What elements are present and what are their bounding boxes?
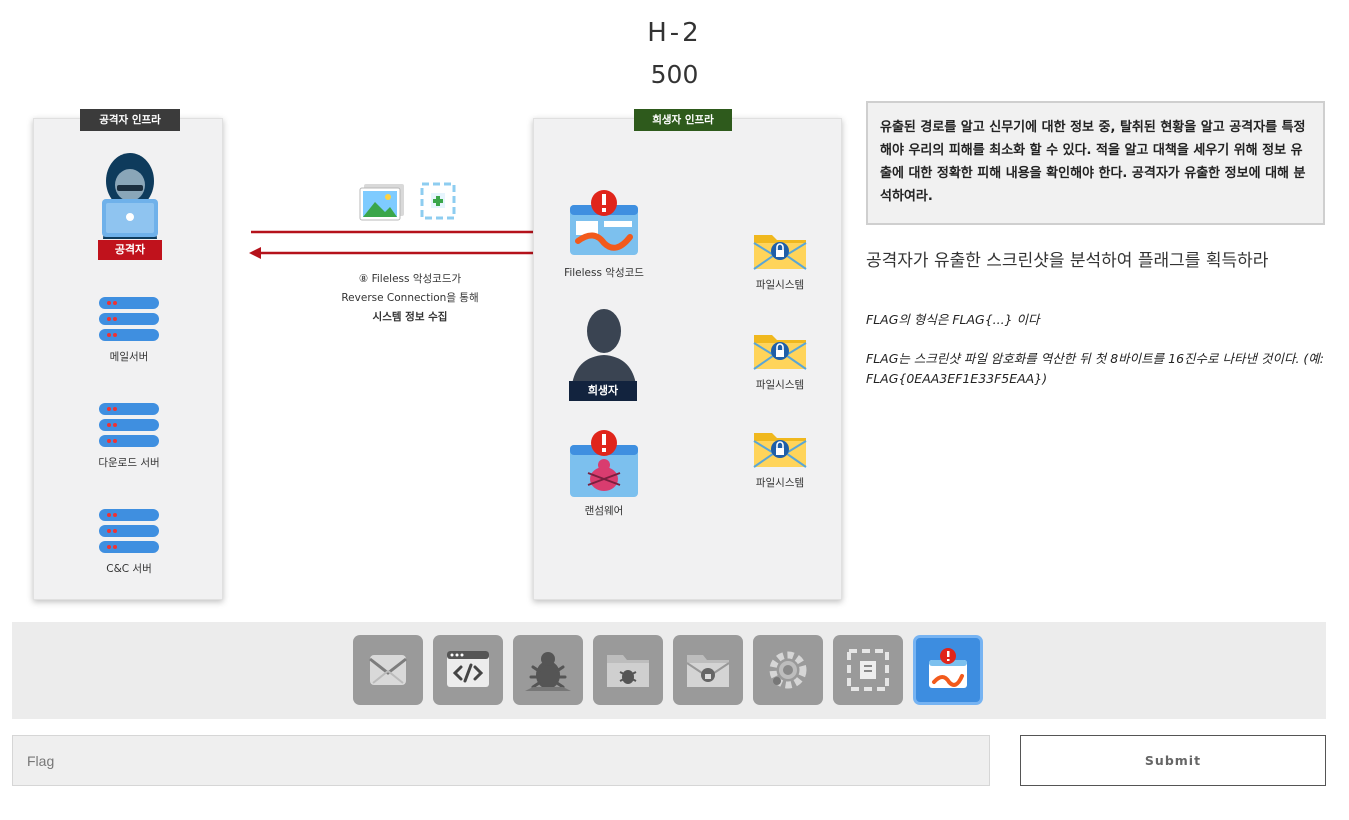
- mail-icon[interactable]: [353, 635, 423, 705]
- screenshot-icon[interactable]: [833, 635, 903, 705]
- flag-input[interactable]: [12, 735, 990, 786]
- locked-folder-icon[interactable]: [673, 635, 743, 705]
- ransomware-icon: [570, 430, 638, 497]
- cc-server-label: C&C 서버: [106, 563, 152, 575]
- fileless-label: Fileless 악성코드: [564, 267, 644, 279]
- download-server-label: 다운로드 서버: [98, 457, 160, 469]
- cc-server-icon: [99, 509, 159, 553]
- flow-description: ⑧ Fileless 악성코드가 Reverse Connection을 통해 …: [300, 270, 520, 327]
- challenge-title: H-2: [647, 18, 702, 48]
- ransomware-label: 랜섬웨어: [584, 505, 624, 517]
- attacker-infra-panel: 공격자 인프라 공격자 메일서버 다운로드 서버 C&C 서버: [33, 109, 223, 600]
- gear-icon[interactable]: [753, 635, 823, 705]
- connection-arrows: [249, 226, 557, 259]
- description-box: 유출된 경로를 알고 신무기에 대한 정보 중, 탈취된 현황을 알고 공격자를…: [866, 101, 1325, 225]
- locked-folder-icon: [753, 235, 807, 270]
- filesystem-label: 파일시스템: [755, 279, 805, 291]
- bug-icon[interactable]: [513, 635, 583, 705]
- fileless-malware-icon: [570, 190, 638, 255]
- flow-line-2: Reverse Connection을 통해: [341, 292, 479, 304]
- attacker-infra-tag: 공격자 인프라: [80, 109, 180, 131]
- hint-text: FLAG는 스크린샷 파일 암호화를 역산한 뒤 첫 8바이트를 16진수로 나…: [866, 351, 1325, 386]
- filesystem-label: 파일시스템: [755, 477, 805, 489]
- submit-button[interactable]: Submit: [1020, 735, 1326, 786]
- locked-folder-icon: [753, 433, 807, 468]
- victim-infra-panel: 희생자 인프라 Fileless 악성코드 희생자 랜섬웨어 파일시스템 파일시…: [533, 109, 842, 600]
- victim-infra-tag: 희생자 인프라: [634, 109, 732, 131]
- attacker-tag: 공격자: [98, 240, 162, 260]
- challenge-page: H-2 500 공격자 인프라 공격자 메일서버 다운로드 서버 C&C 서버 …: [0, 0, 1349, 820]
- bug-folder-icon[interactable]: [593, 635, 663, 705]
- mail-server-icon: [99, 297, 159, 341]
- hacker-icon: [102, 153, 158, 239]
- code-icon[interactable]: [433, 635, 503, 705]
- locked-folder-icon: [753, 335, 807, 370]
- image-file-icon: [359, 184, 404, 221]
- fileless-malware-icon[interactable]: [913, 635, 983, 705]
- filesystem-label: 파일시스템: [755, 379, 805, 391]
- flow-line-1: ⑧ Fileless 악성코드가: [358, 273, 462, 285]
- flag-format-text: FLAG의 형식은 FLAG{...} 이다: [866, 312, 1040, 327]
- mail-server-label: 메일서버: [109, 351, 149, 363]
- challenge-toolbar: [12, 622, 1326, 719]
- challenge-points: 500: [650, 60, 699, 89]
- screenshot-capture-icon: [420, 182, 456, 220]
- victim-tag: 희생자: [569, 381, 637, 401]
- infrastructure-diagram: 공격자 인프라 공격자 메일서버 다운로드 서버 C&C 서버 ⑧ Filele…: [0, 100, 860, 610]
- download-server-icon: [99, 403, 159, 447]
- flow-line-3: 시스템 정보 수집: [372, 311, 448, 323]
- task-text: 공격자가 유출한 스크린샷을 분석하여 플래그를 획득하라: [866, 251, 1269, 271]
